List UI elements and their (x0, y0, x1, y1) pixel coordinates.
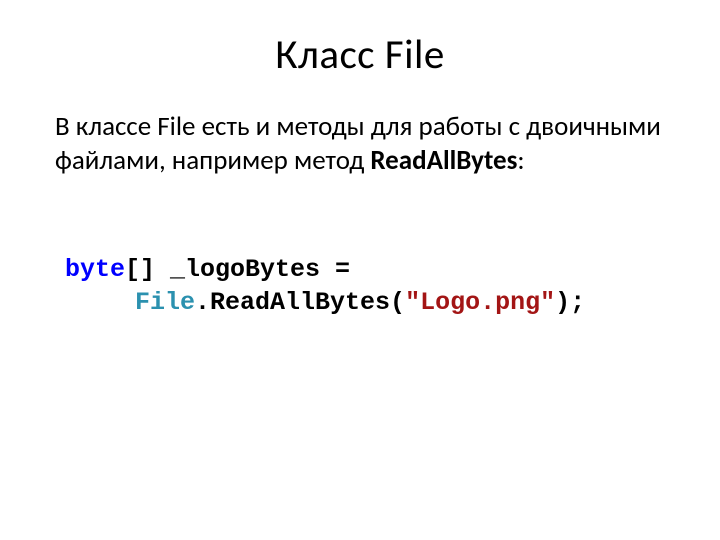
method-name: ReadAllBytes (370, 144, 517, 177)
code-close: ); (555, 288, 585, 317)
string-literal: "Logo.png" (405, 288, 555, 317)
class-file: File (135, 288, 195, 317)
slide-title: Класс File (55, 30, 665, 80)
code-call: .ReadAllBytes( (195, 288, 405, 317)
code-line-1: byte[] _logoBytes = (65, 253, 665, 287)
code-line-2: File.ReadAllBytes("Logo.png"); (65, 286, 665, 320)
body-paragraph: В классе File есть и методы для работы с… (55, 110, 665, 178)
body-text-part2: : (517, 144, 524, 177)
code-decl: [] _logoBytes = (125, 255, 350, 284)
code-snippet: byte[] _logoBytes = File.ReadAllBytes("L… (55, 253, 665, 321)
keyword-byte: byte (65, 255, 125, 284)
body-text-part1: В классе File есть и методы для работы с… (55, 110, 661, 177)
slide-content: Класс File В классе File есть и методы д… (0, 0, 720, 320)
